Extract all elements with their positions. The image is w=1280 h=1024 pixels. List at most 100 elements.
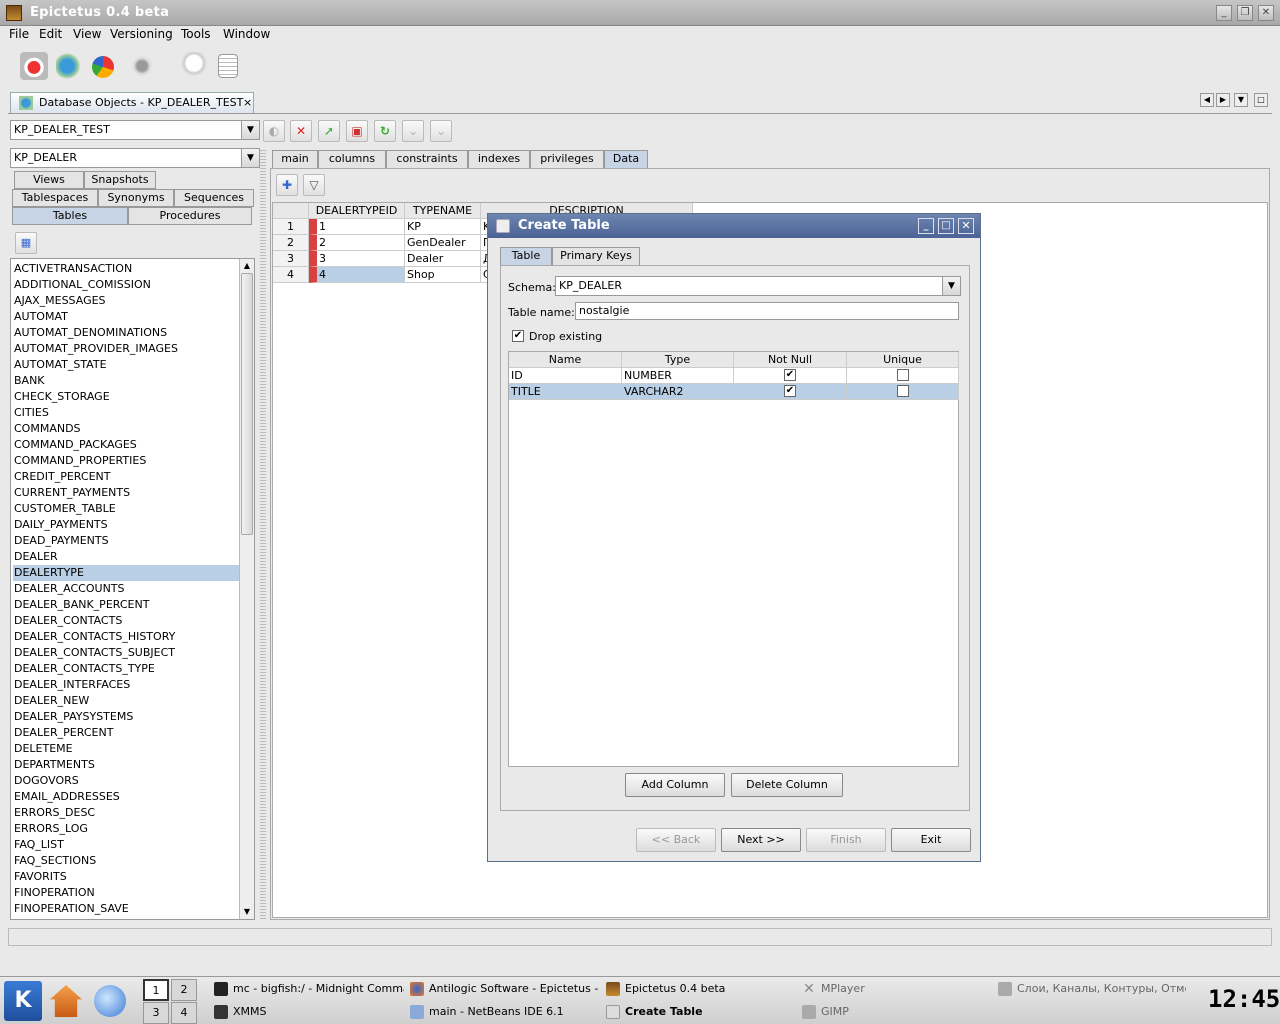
list-item[interactable]: DEALER_PERCENT [13,725,240,741]
scroll-thumb[interactable] [241,273,253,535]
list-item[interactable]: DEALER [13,549,240,565]
list-item[interactable]: ADDITIONAL_COMISSION [13,277,240,293]
next-button[interactable]: Next >> [721,828,801,852]
column-header[interactable]: DEALERTYPEID [309,203,405,219]
column-type-cell[interactable]: VARCHAR2 [622,384,734,400]
browser-icon[interactable] [94,985,126,1017]
chart-icon[interactable] [92,56,114,78]
tab-primary-keys[interactable]: Primary Keys [552,247,640,265]
unique-cell[interactable] [847,368,959,384]
column-header[interactable]: Not Null [734,352,847,368]
task-midnight-commander[interactable]: mc - bigfish:/ - Midnight Commander [214,979,404,999]
splitter[interactable] [260,148,266,920]
menu-versioning[interactable]: Versioning [110,27,173,41]
row-number-cell[interactable]: 4 [273,267,309,283]
scroll-left-icon[interactable]: ◀ [1200,93,1214,107]
dealertypeid-cell[interactable]: 4 [309,267,405,283]
tab-indexes[interactable]: indexes [468,150,530,168]
column-header[interactable]: TYPENAME [405,203,481,219]
add-object-icon[interactable]: ➚ [318,120,340,142]
pager-desktop-4[interactable]: 4 [171,1002,197,1024]
clock[interactable]: 12:45 [1208,985,1280,1017]
tab-views[interactable]: Views [14,171,84,189]
task-netbeans[interactable]: main - NetBeans IDE 6.1 [410,1002,600,1022]
exit-button[interactable]: Exit [891,828,971,852]
add-row-icon[interactable]: ✚ [276,174,298,196]
list-item[interactable]: DEALER_BANK_PERCENT [13,597,240,613]
list-item[interactable]: CITIES [13,405,240,421]
home-icon[interactable] [50,985,82,1017]
tab-sequences[interactable]: Sequences [174,189,254,207]
dialog-minimize-icon[interactable]: _ [918,218,934,234]
list-item[interactable]: AJAX_MESSAGES [13,293,240,309]
dialog-titlebar[interactable]: Create Table _ □ ✕ [488,214,980,238]
list-item[interactable]: DEALERTYPE [13,565,240,581]
tab-data[interactable]: Data [604,150,648,168]
not-null-cell[interactable]: ✔ [734,368,847,384]
tab-constraints[interactable]: constraints [386,150,468,168]
list-item[interactable]: CUSTOMER_TABLE [13,501,240,517]
dialog-schema-select[interactable]: KP_DEALER ▼ [555,276,961,296]
list-item[interactable]: CREDIT_PERCENT [13,469,240,485]
tab-tables[interactable]: Tables [12,207,128,225]
tab-list-icon[interactable]: ▼ [1234,93,1248,107]
row-number-cell[interactable]: 3 [273,251,309,267]
delete-icon[interactable]: ✕ [290,120,312,142]
dialog-close-icon[interactable]: ✕ [958,218,974,234]
tab-privileges[interactable]: privileges [530,150,604,168]
column-name-cell[interactable]: ID [509,368,622,384]
task-gimp[interactable]: GIMP [802,1002,982,1022]
pager-desktop-2[interactable]: 2 [171,979,197,1001]
task-mplayer[interactable]: ✕ MPlayer [802,979,982,999]
typename-cell[interactable]: Shop [405,267,481,283]
list-item[interactable]: EMAIL_ADDRESSES [13,789,240,805]
list-item[interactable]: COMMANDS [13,421,240,437]
tab-tablespaces[interactable]: Tablespaces [12,189,98,207]
list-item[interactable]: DEALER_INTERFACES [13,677,240,693]
not-null-checkbox[interactable]: ✔ [784,369,796,381]
add-column-button[interactable]: Add Column [625,773,725,797]
list-item[interactable]: FINOPERATION [13,885,240,901]
list-item[interactable]: BANK [13,373,240,389]
list-item[interactable]: FAQ_SECTIONS [13,853,240,869]
tab-table[interactable]: Table [500,247,552,265]
restore-icon[interactable]: ❐ [1237,5,1253,21]
list-item[interactable]: ACTIVETRANSACTION [13,261,240,277]
collapse-icon[interactable]: ⌄ [430,120,452,142]
list-item[interactable]: FINOPERATION_SAVE [13,901,240,917]
tables-list[interactable]: ACTIVETRANSACTION ADDITIONAL_COMISSION AJA… [10,258,255,920]
tab-close-icon[interactable]: × [243,96,252,109]
unique-cell[interactable] [847,384,959,400]
list-item[interactable]: CHECK_STORAGE [13,389,240,405]
typename-cell[interactable]: Dealer [405,251,481,267]
refresh-icon[interactable]: ↻ [374,120,396,142]
maximize-panel-icon[interactable]: □ [1254,93,1268,107]
tab-snapshots[interactable]: Snapshots [84,171,156,189]
task-epictetus[interactable]: Epictetus 0.4 beta [606,979,796,999]
dealertypeid-cell[interactable]: 1 [309,219,405,235]
export-icon[interactable]: ▣ [346,120,368,142]
scroll-up-icon[interactable]: ▲ [240,259,254,273]
tab-procedures[interactable]: Procedures [128,207,252,225]
list-item[interactable]: CURRENT_PAYMENTS [13,485,240,501]
dealertypeid-cell[interactable]: 3 [309,251,405,267]
menu-tools[interactable]: Tools [181,27,211,41]
list-item[interactable]: DEPARTMENTS [13,757,240,773]
list-item[interactable]: DEALER_CONTACTS_SUBJECT [13,645,240,661]
row-number-cell[interactable]: 2 [273,235,309,251]
column-header[interactable]: Name [509,352,622,368]
tab-synonyms[interactable]: Synonyms [98,189,174,207]
list-item[interactable]: DEALER_NEW [13,693,240,709]
drop-existing-checkbox[interactable]: ✔ [512,330,524,342]
back-button[interactable]: << Back [636,828,716,852]
list-item[interactable]: DEALER_CONTACTS_TYPE [13,661,240,677]
list-item[interactable]: DEALER_CONTACTS_HISTORY [13,629,240,645]
expand-icon[interactable]: ⌄ [402,120,424,142]
row-number-cell[interactable]: 1 [273,219,309,235]
schema-select[interactable]: KP_DEALER ▼ [10,148,260,168]
document-icon[interactable] [218,54,238,78]
list-item[interactable]: AUTOMAT [13,309,240,325]
list-scrollbar[interactable]: ▲ ▼ [239,259,254,919]
tab-database-objects[interactable]: Database Objects - KP_DEALER_TEST × [10,92,254,113]
close-icon[interactable]: ✕ [1258,5,1274,21]
